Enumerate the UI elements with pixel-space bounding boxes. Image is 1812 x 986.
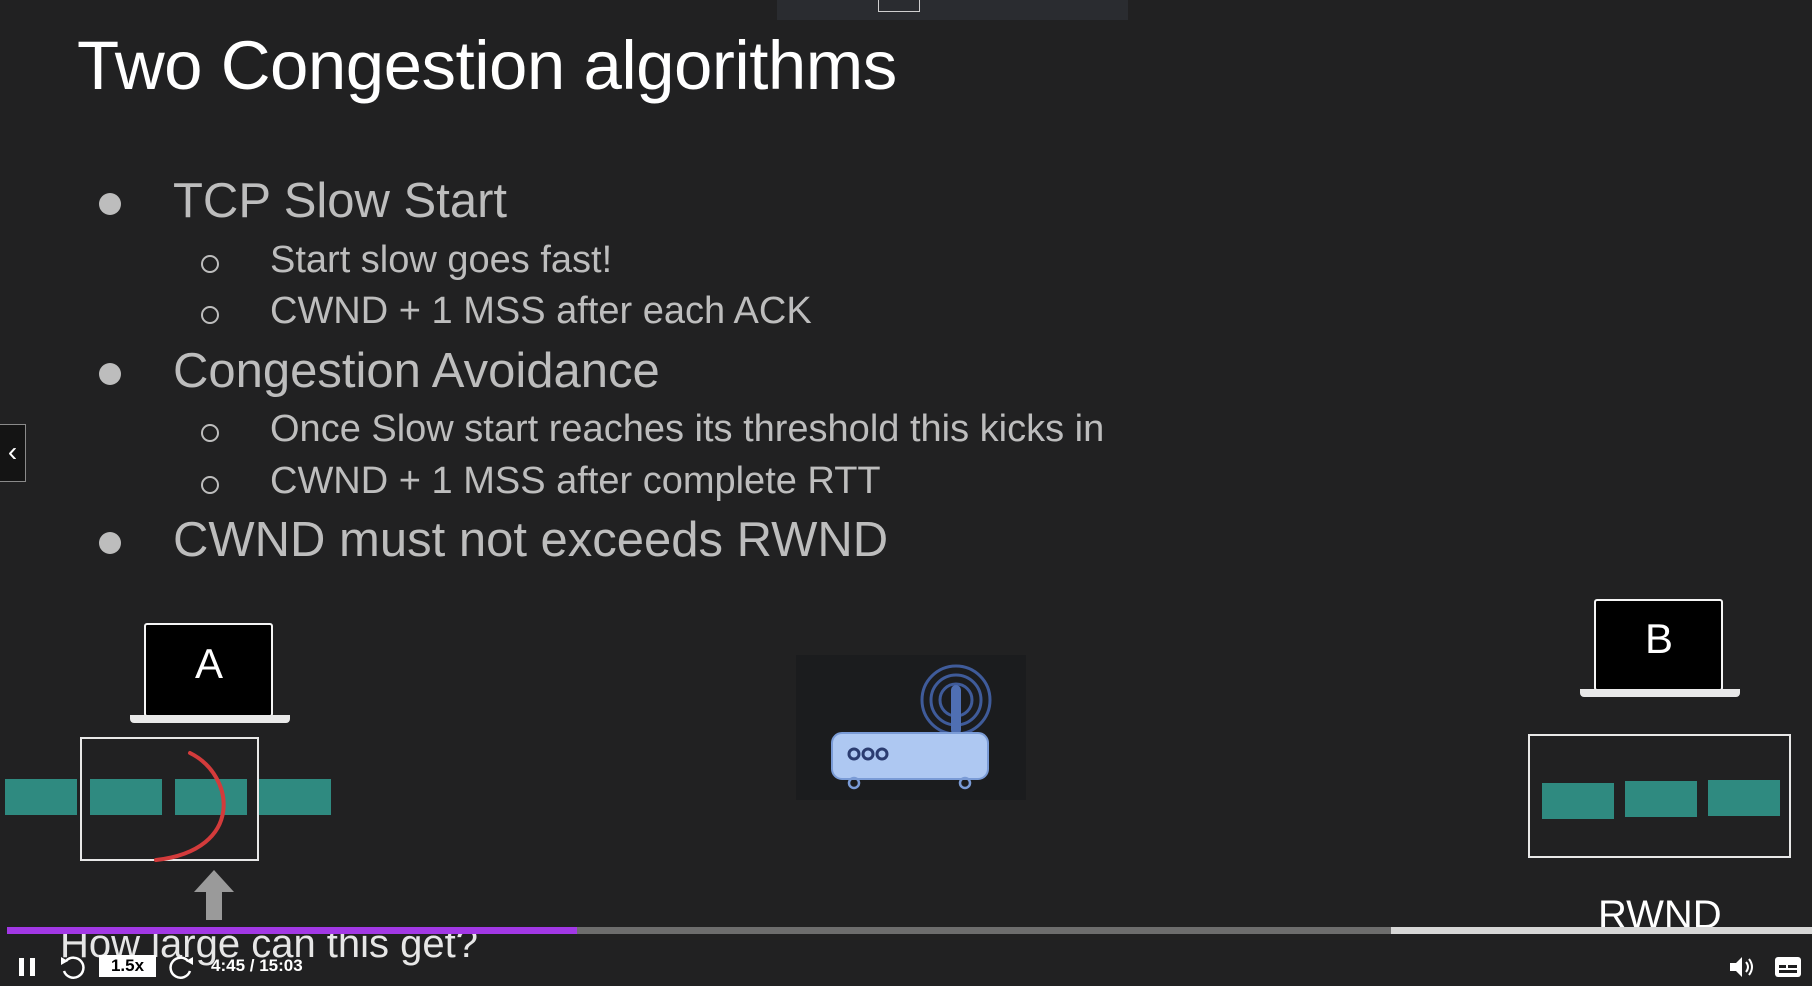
host-a-label: A — [194, 640, 223, 687]
red-curve-annotation — [154, 751, 226, 862]
sub-bullet-circle — [201, 424, 219, 442]
sub-bullet-circle — [201, 306, 219, 324]
playback-speed-button[interactable]: 1.5x — [99, 955, 156, 977]
sub-bullet-circle — [201, 255, 219, 273]
bullet-dot — [99, 193, 121, 215]
pause-icon[interactable] — [19, 958, 39, 976]
laptop-base — [130, 715, 290, 723]
bullet-2-sub-1: Once Slow start reaches its threshold th… — [270, 408, 1105, 450]
progress-played[interactable] — [7, 927, 577, 934]
bullet-2: Congestion Avoidance — [173, 344, 660, 398]
volume-icon[interactable] — [1727, 954, 1755, 980]
slide: Two Congestion algorithms TCP Slow Start… — [0, 0, 1812, 986]
chevron-left-icon[interactable]: ‹ — [0, 424, 26, 482]
bullet-1-sub-2: CWND + 1 MSS after each ACK — [270, 290, 812, 332]
packet — [1625, 781, 1697, 817]
forward-icon[interactable] — [168, 952, 196, 982]
router — [796, 655, 1026, 800]
laptop-b: B — [1580, 597, 1740, 702]
packet — [5, 779, 77, 815]
laptop-a: A — [130, 620, 290, 725]
bullet-2-sub-2: CWND + 1 MSS after complete RTT — [270, 460, 881, 502]
square-icon — [878, 0, 920, 12]
packet — [1542, 783, 1614, 819]
slide-title: Two Congestion algorithms — [77, 27, 897, 104]
bullet-1-sub-1: Start slow goes fast! — [270, 239, 613, 281]
bullet-dot — [99, 532, 121, 554]
sub-bullet-circle — [201, 476, 219, 494]
host-b-label: B — [1644, 615, 1673, 662]
wifi-router-icon — [831, 664, 992, 790]
packet — [1708, 780, 1780, 816]
captions-icon[interactable] — [1774, 956, 1802, 978]
up-arrow-icon — [194, 870, 234, 920]
top-notch — [777, 0, 1128, 20]
packet — [259, 779, 331, 815]
rewind-icon[interactable] — [58, 952, 88, 982]
bullet-3: CWND must not exceeds RWND — [173, 513, 889, 567]
laptop-base — [1580, 689, 1740, 697]
bullet-1: TCP Slow Start — [173, 174, 508, 228]
time-display: 4:45 / 15:03 — [211, 956, 303, 975]
bullet-dot — [99, 363, 121, 385]
progress-buffered — [1391, 927, 1812, 934]
